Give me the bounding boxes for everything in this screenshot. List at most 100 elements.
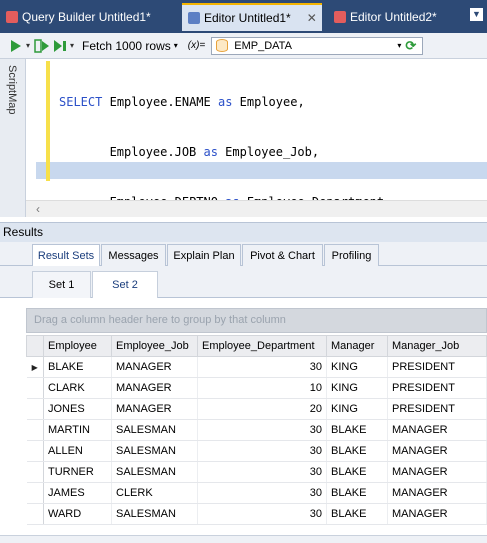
connection-name: EMP_DATA [234,39,292,52]
tab-label: Editor Untitled2* [350,10,437,24]
table-row[interactable]: CLARK MANAGER 10 KING PRESIDENT [26,377,487,399]
table-cell[interactable]: BLAKE [326,440,388,462]
table-row[interactable]: MARTIN SALESMAN 30 BLAKE MANAGER [26,419,487,441]
column-header[interactable]: Employee_Department [197,335,327,357]
row-indicator[interactable] [26,503,44,525]
execute-current-icon[interactable] [52,38,68,54]
table-cell[interactable]: 10 [197,377,327,399]
row-indicator[interactable] [26,398,44,420]
execute-options-dropdown-icon[interactable]: ▾ [70,41,74,50]
column-header[interactable]: Employee_Job [111,335,198,357]
table-cell[interactable]: JAMES [43,482,112,504]
table-row[interactable]: JAMES CLERK 30 BLAKE MANAGER [26,482,487,504]
table-cell[interactable]: SALESMAN [111,440,198,462]
row-indicator[interactable] [26,377,44,399]
tab-overflow-icon[interactable]: ▼ [470,8,483,21]
column-header[interactable]: Manager_Job [387,335,487,357]
table-cell[interactable]: 30 [197,461,327,483]
table-cell[interactable]: MANAGER [387,419,487,441]
close-icon[interactable]: ✕ [307,11,317,25]
execute-dropdown-icon[interactable]: ▾ [26,41,30,50]
table-cell[interactable]: PRESIDENT [387,356,487,378]
tab-explain-plan[interactable]: Explain Plan [167,244,241,266]
database-icon [216,39,229,52]
table-cell[interactable]: CLARK [43,377,112,399]
table-cell[interactable]: SALESMAN [111,419,198,441]
table-row[interactable]: ▶ BLAKE MANAGER 30 KING PRESIDENT [26,356,487,378]
table-cell[interactable]: ALLEN [43,440,112,462]
table-cell[interactable]: SALESMAN [111,503,198,525]
table-cell[interactable]: BLAKE [326,461,388,483]
table-cell[interactable]: TURNER [43,461,112,483]
row-indicator[interactable] [26,440,44,462]
table-cell[interactable]: BLAKE [326,482,388,504]
table-cell[interactable]: MARTIN [43,419,112,441]
results-tabs: Result Sets Messages Explain Plan Pivot … [0,242,487,267]
tab-query-builder[interactable]: Query Builder Untitled1* [0,3,175,31]
table-cell[interactable]: JONES [43,398,112,420]
tab-editor-untitled2[interactable]: Editor Untitled2* [328,3,468,31]
scriptmap-label: ScriptMap [6,65,18,115]
tab-profiling[interactable]: Profiling [324,244,379,266]
execute-step-icon[interactable] [34,38,50,54]
results-panel-title: Results [0,222,487,242]
scriptmap-panel[interactable]: ScriptMap [0,59,26,217]
table-cell[interactable]: MANAGER [111,377,198,399]
table-cell[interactable]: CLERK [111,482,198,504]
table-cell[interactable]: 30 [197,503,327,525]
table-cell[interactable]: 30 [197,356,327,378]
table-cell[interactable]: 30 [197,482,327,504]
status-bar [0,535,487,543]
connection-select[interactable]: EMP_DATA ▾ ⟳ [211,36,424,55]
current-row-arrow-icon[interactable]: ▶ [26,356,44,378]
scroll-left-icon[interactable]: ‹ [36,202,40,216]
table-row[interactable]: TURNER SALESMAN 30 BLAKE MANAGER [26,461,487,483]
tab-messages[interactable]: Messages [101,244,166,266]
execute-icon[interactable] [8,38,24,54]
tab-set-1[interactable]: Set 1 [32,271,91,298]
table-cell[interactable]: WARD [43,503,112,525]
table-cell[interactable]: MANAGER [387,482,487,504]
table-cell[interactable]: MANAGER [111,356,198,378]
table-cell[interactable]: 30 [197,419,327,441]
tab-set-2[interactable]: Set 2 [92,271,158,298]
row-indicator[interactable] [26,419,44,441]
fetch-rows-label: Fetch 1000 rows [82,38,171,53]
tab-editor-untitled1[interactable]: Editor Untitled1* ✕ [182,3,322,31]
table-cell[interactable]: KING [326,377,388,399]
tab-result-sets[interactable]: Result Sets [32,244,100,267]
variables-button[interactable]: (x)= [186,40,208,51]
tab-pivot-chart[interactable]: Pivot & Chart [242,244,323,266]
editor-icon [334,11,346,23]
table-header-row: Employee Employee_Job Employee_Departmen… [26,335,487,357]
code-line: Employee.JOB as Employee_Job, [59,144,320,159]
table-cell[interactable]: BLAKE [326,503,388,525]
table-cell[interactable]: 30 [197,440,327,462]
table-cell[interactable]: MANAGER [387,461,487,483]
table-cell[interactable]: MANAGER [387,440,487,462]
table-cell[interactable]: 20 [197,398,327,420]
sql-editor[interactable]: ScriptMap SELECT Employee.ENAME as Emplo… [0,59,487,408]
row-indicator[interactable] [26,461,44,483]
column-header[interactable]: Employee [43,335,112,357]
table-row[interactable]: WARD SALESMAN 30 BLAKE MANAGER [26,503,487,525]
horizontal-scrollbar[interactable]: ‹ [26,200,487,217]
table-cell[interactable]: MANAGER [111,398,198,420]
code-text: Employee.ENAME [109,95,218,110]
group-by-panel[interactable]: Drag a column header here to group by th… [26,308,487,333]
column-header[interactable]: Manager [326,335,388,357]
table-cell[interactable]: MANAGER [387,503,487,525]
table-cell[interactable]: KING [326,398,388,420]
table-row[interactable]: ALLEN SALESMAN 30 BLAKE MANAGER [26,440,487,462]
table-row[interactable]: JONES MANAGER 20 KING PRESIDENT [26,398,487,420]
table-cell[interactable]: BLAKE [326,419,388,441]
table-cell[interactable]: BLAKE [43,356,112,378]
refresh-icon[interactable]: ⟳ [405,38,416,54]
table-cell[interactable]: KING [326,356,388,378]
table-cell[interactable]: PRESIDENT [387,377,487,399]
table-cell[interactable]: PRESIDENT [387,398,487,420]
row-indicator-header [26,335,44,357]
row-indicator[interactable] [26,482,44,504]
fetch-rows-select[interactable]: Fetch 1000 rows ▾ [82,39,178,53]
table-cell[interactable]: SALESMAN [111,461,198,483]
